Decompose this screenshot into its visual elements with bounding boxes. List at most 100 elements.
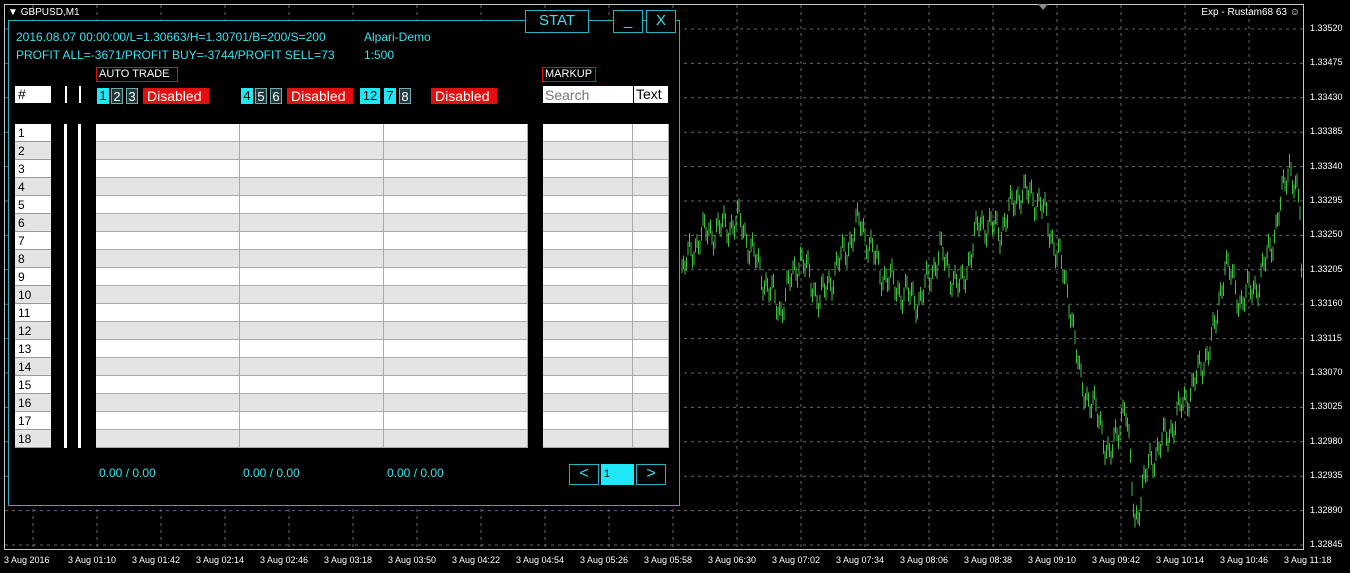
table-cell[interactable] xyxy=(240,304,384,322)
markup-cell[interactable] xyxy=(543,196,633,214)
markup-row[interactable] xyxy=(543,250,669,268)
table-row[interactable] xyxy=(96,268,528,286)
markup-row[interactable] xyxy=(543,376,669,394)
markup-cell[interactable] xyxy=(633,196,669,214)
markup-cell[interactable] xyxy=(633,160,669,178)
table-cell[interactable] xyxy=(240,178,384,196)
markup-cell[interactable] xyxy=(543,268,633,286)
group1-btn-3[interactable]: 3 xyxy=(126,88,138,104)
table-cell[interactable] xyxy=(384,214,528,232)
table-row[interactable] xyxy=(96,304,528,322)
group2-disabled-button[interactable]: Disabled xyxy=(287,88,353,104)
group1-disabled-button[interactable]: Disabled xyxy=(143,88,209,104)
markup-row[interactable] xyxy=(543,394,669,412)
table-cell[interactable] xyxy=(384,196,528,214)
table-row[interactable] xyxy=(96,340,528,358)
table-cell[interactable] xyxy=(240,376,384,394)
table-cell[interactable] xyxy=(240,322,384,340)
markup-row[interactable] xyxy=(543,124,669,142)
table-cell[interactable] xyxy=(384,430,528,448)
table-cell[interactable] xyxy=(384,394,528,412)
markup-row[interactable] xyxy=(543,322,669,340)
table-cell[interactable] xyxy=(240,214,384,232)
markup-cell[interactable] xyxy=(633,340,669,358)
markup-cell[interactable] xyxy=(543,322,633,340)
table-cell[interactable] xyxy=(240,250,384,268)
table-cell[interactable] xyxy=(384,268,528,286)
table-cell[interactable] xyxy=(384,376,528,394)
group1-btn-2[interactable]: 2 xyxy=(111,88,123,104)
group2-btn-4[interactable]: 4 xyxy=(241,88,253,104)
markup-cell[interactable] xyxy=(543,286,633,304)
table-row[interactable] xyxy=(96,178,528,196)
group3-btn-7[interactable]: 7 xyxy=(384,88,396,104)
markup-cell[interactable] xyxy=(543,142,633,160)
table-cell[interactable] xyxy=(384,250,528,268)
table-cell[interactable] xyxy=(96,196,240,214)
minimize-button[interactable]: _ xyxy=(613,10,643,33)
table-cell[interactable] xyxy=(240,196,384,214)
table-row[interactable] xyxy=(96,430,528,448)
markup-cell[interactable] xyxy=(633,232,669,250)
markup-cell[interactable] xyxy=(633,286,669,304)
table-cell[interactable] xyxy=(96,430,240,448)
markup-row[interactable] xyxy=(543,340,669,358)
markup-row[interactable] xyxy=(543,304,669,322)
table-row[interactable] xyxy=(96,232,528,250)
table-row[interactable] xyxy=(96,142,528,160)
table-cell[interactable] xyxy=(96,124,240,142)
group3-btn-12[interactable]: 12 xyxy=(360,88,380,104)
markup-cell[interactable] xyxy=(633,412,669,430)
markup-cell[interactable] xyxy=(633,214,669,232)
table-cell[interactable] xyxy=(384,160,528,178)
markup-cell[interactable] xyxy=(543,412,633,430)
table-row[interactable] xyxy=(96,322,528,340)
search-input[interactable] xyxy=(543,86,633,103)
markup-cell[interactable] xyxy=(633,394,669,412)
table-row[interactable] xyxy=(96,160,528,178)
table-cell[interactable] xyxy=(384,232,528,250)
table-cell[interactable] xyxy=(384,358,528,376)
table-cell[interactable] xyxy=(96,160,240,178)
table-cell[interactable] xyxy=(96,394,240,412)
group3-btn-8[interactable]: 8 xyxy=(399,88,411,104)
stat-button[interactable]: STAT xyxy=(525,10,589,33)
table-cell[interactable] xyxy=(96,142,240,160)
table-cell[interactable] xyxy=(96,340,240,358)
page-number-field[interactable]: 1 xyxy=(601,464,634,485)
markup-cell[interactable] xyxy=(633,304,669,322)
markup-cell[interactable] xyxy=(543,304,633,322)
table-cell[interactable] xyxy=(384,340,528,358)
table-row[interactable] xyxy=(96,394,528,412)
table-cell[interactable] xyxy=(384,322,528,340)
table-cell[interactable] xyxy=(384,124,528,142)
smiley-icon[interactable]: ☺ xyxy=(1290,7,1300,18)
markup-row[interactable] xyxy=(543,160,669,178)
markup-cell[interactable] xyxy=(543,358,633,376)
markup-row[interactable] xyxy=(543,412,669,430)
markup-row[interactable] xyxy=(543,214,669,232)
markup-cell[interactable] xyxy=(543,394,633,412)
markup-cell[interactable] xyxy=(633,322,669,340)
markup-cell[interactable] xyxy=(543,376,633,394)
markup-row[interactable] xyxy=(543,142,669,160)
dropdown-icon[interactable]: ▼ xyxy=(8,7,18,18)
table-row[interactable] xyxy=(96,358,528,376)
markup-cell[interactable] xyxy=(543,160,633,178)
table-cell[interactable] xyxy=(384,142,528,160)
table-cell[interactable] xyxy=(96,250,240,268)
markup-cell[interactable] xyxy=(543,232,633,250)
markup-cell[interactable] xyxy=(543,340,633,358)
table-cell[interactable] xyxy=(240,142,384,160)
table-cell[interactable] xyxy=(240,232,384,250)
markup-cell[interactable] xyxy=(543,124,633,142)
table-row[interactable] xyxy=(96,196,528,214)
markup-row[interactable] xyxy=(543,358,669,376)
markup-cell[interactable] xyxy=(543,430,633,448)
next-page-button[interactable]: > xyxy=(636,464,666,485)
markup-cell[interactable] xyxy=(633,358,669,376)
table-cell[interactable] xyxy=(240,340,384,358)
table-cell[interactable] xyxy=(384,304,528,322)
table-cell[interactable] xyxy=(96,376,240,394)
group2-btn-5[interactable]: 5 xyxy=(255,88,267,104)
